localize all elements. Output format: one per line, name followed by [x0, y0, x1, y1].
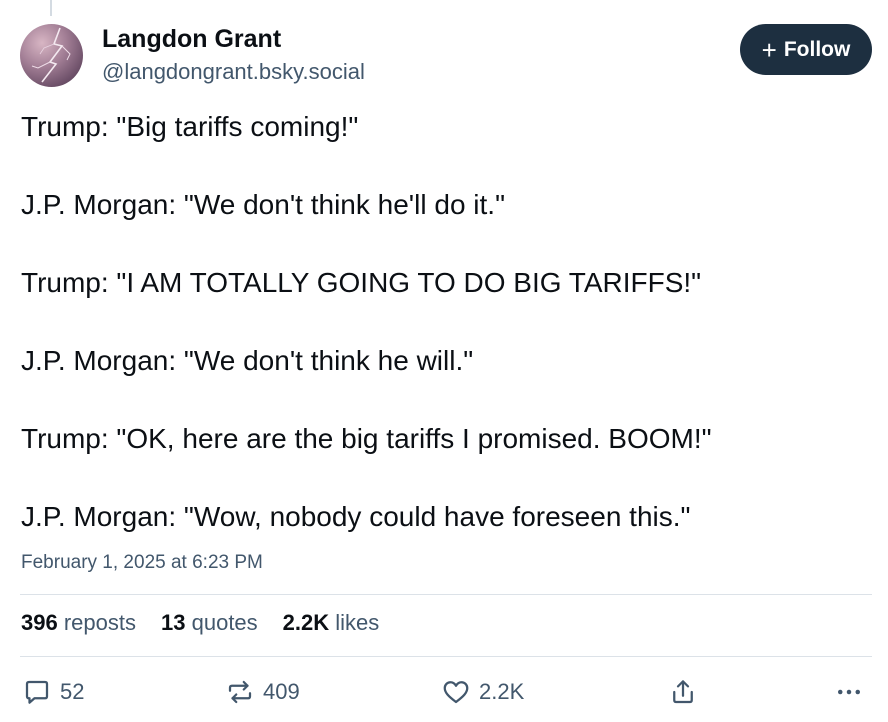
reply-count: 52 [60, 679, 85, 704]
reposts-label: reposts [63, 610, 136, 635]
more-icon [838, 689, 860, 695]
quotes-label: quotes [191, 610, 258, 635]
repost-count: 409 [263, 679, 300, 704]
repost-icon [228, 680, 252, 704]
like-count: 2.2K [479, 679, 525, 704]
post-timestamp[interactable]: February 1, 2025 at 6:23 PM [21, 552, 263, 574]
plus-icon: + [761, 34, 777, 65]
repost-button[interactable]: 409 [225, 677, 300, 707]
lightning-avatar-icon [31, 27, 71, 83]
engagement-stats: 396 reposts 13 quotes 2.2K likes [21, 610, 404, 636]
post-text-line: J.P. Morgan: "We don't think he will." [21, 345, 474, 376]
author-handle[interactable]: @langdongrant.bsky.social [102, 59, 365, 85]
author-name[interactable]: Langdon Grant [102, 25, 281, 54]
post-text-line: Trump: "OK, here are the big tariffs I p… [21, 423, 712, 454]
likes-stat[interactable]: 2.2K likes [283, 610, 380, 636]
follow-button[interactable]: + Follow [740, 24, 872, 75]
reply-icon [25, 680, 49, 704]
post-text-line: J.P. Morgan: "We don't think he'll do it… [21, 189, 506, 220]
author-avatar[interactable] [20, 24, 83, 87]
more-options-button[interactable] [834, 677, 864, 707]
likes-count: 2.2K [282, 610, 330, 635]
quotes-count: 13 [161, 610, 186, 635]
quotes-stat[interactable]: 13 quotes [161, 610, 258, 636]
likes-label: likes [335, 610, 380, 635]
share-button[interactable] [668, 677, 698, 707]
post-text-line: Trump: "I AM TOTALLY GOING TO DO BIG TAR… [21, 267, 702, 298]
reply-button[interactable]: 52 [22, 677, 84, 707]
post-text-line: J.P. Morgan: "Wow, nobody could have for… [21, 501, 691, 532]
share-icon [673, 680, 693, 704]
follow-button-label: Follow [783, 37, 851, 61]
reposts-count: 396 [21, 610, 58, 635]
heart-icon [443, 681, 469, 704]
post-text-line: Trump: "Big tariffs coming!" [21, 111, 359, 142]
divider [20, 656, 872, 657]
reposts-stat[interactable]: 396 reposts [21, 610, 136, 636]
divider [20, 594, 872, 595]
like-button[interactable]: 2.2K [441, 677, 524, 707]
thread-connector-line [50, 0, 52, 16]
